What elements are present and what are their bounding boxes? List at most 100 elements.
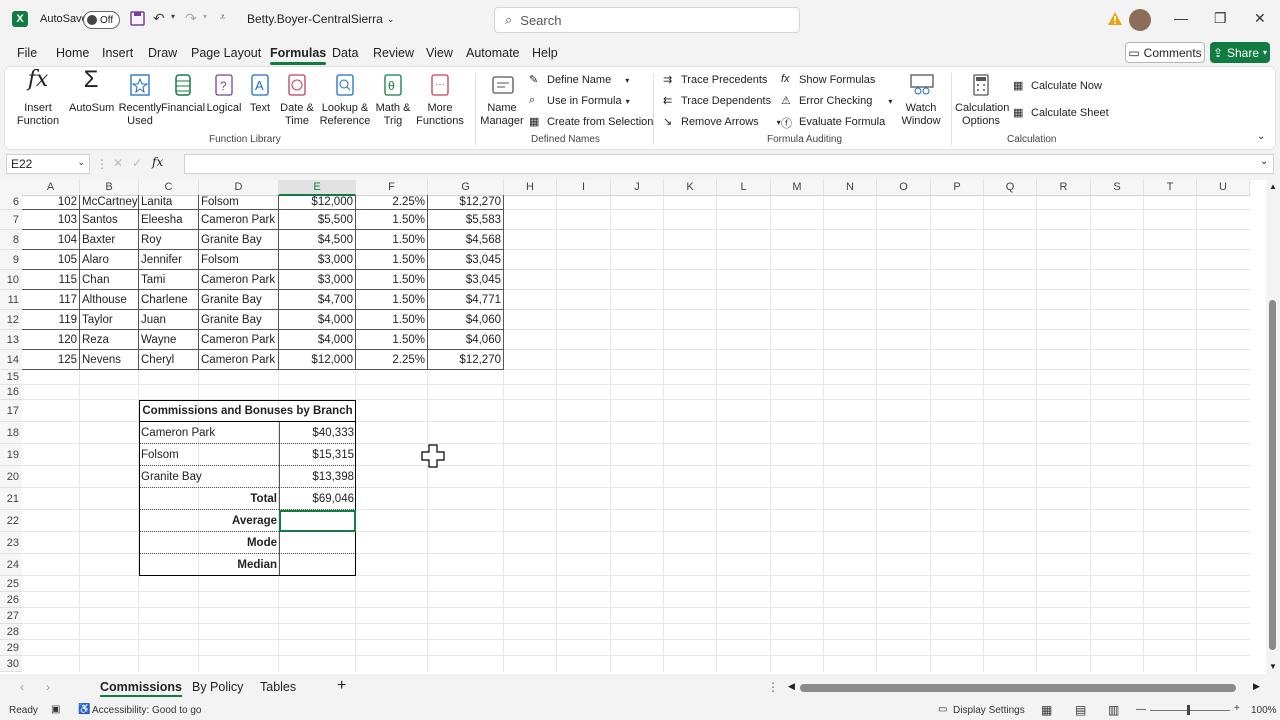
table-cell[interactable]: 103 [22, 210, 80, 230]
summary-value-median[interactable] [279, 554, 356, 576]
tab-review[interactable]: Review [373, 46, 414, 60]
column-header-q[interactable]: Q [984, 180, 1037, 196]
customize-qat-icon[interactable]: ⩡ [220, 12, 226, 23]
column-header-m[interactable]: M [771, 180, 824, 196]
row-header-7[interactable]: 7 [0, 210, 22, 230]
accessibility-status[interactable]: Accessibility: Good to go [92, 705, 202, 716]
column-header-c[interactable]: C [139, 180, 199, 196]
zoom-slider-thumb[interactable] [1187, 705, 1190, 715]
tab-formulas[interactable]: Formulas [270, 46, 327, 65]
column-header-l[interactable]: L [717, 180, 771, 196]
save-icon[interactable] [130, 11, 145, 26]
table-cell[interactable]: 1.50% [356, 230, 428, 250]
remove-arrows-button[interactable]: ↘ Remove Arrows ▾ [663, 115, 781, 129]
page-break-view-icon[interactable]: ▥ [1108, 703, 1119, 717]
display-settings-label[interactable]: Display Settings [953, 705, 1025, 716]
error-checking-button[interactable]: ⚠ Error Checking ▾ [781, 94, 892, 108]
row-header-27[interactable]: 27 [0, 608, 22, 624]
column-header-t[interactable]: T [1144, 180, 1197, 196]
define-name-button[interactable]: ✎ Define Name ▾ [529, 73, 629, 87]
row-header-6[interactable]: 6 [0, 195, 22, 210]
table-cell[interactable]: Santos [80, 210, 139, 230]
table-cell[interactable]: Lanita [139, 195, 199, 210]
tab-data[interactable]: Data [332, 46, 358, 60]
row-header-23[interactable]: 23 [0, 532, 22, 554]
vertical-scrollbar[interactable]: ▲ ▼ [1266, 180, 1280, 674]
tab-help[interactable]: Help [532, 46, 558, 60]
add-sheet-icon[interactable]: + [337, 677, 346, 695]
vertical-scroll-thumb[interactable] [1269, 300, 1276, 650]
table-cell[interactable]: $4,500 [279, 230, 356, 250]
branch-value[interactable]: $15,315 [279, 444, 356, 466]
undo-icon[interactable]: ↶ [153, 10, 165, 27]
table-cell[interactable]: Chan [80, 270, 139, 290]
zoom-slider[interactable] [1150, 710, 1230, 711]
table-cell[interactable]: Jennifer [139, 250, 199, 270]
table-cell[interactable]: 104 [22, 230, 80, 250]
formula-input[interactable] [184, 154, 1274, 174]
sheet-tab-commissions[interactable]: Commissions [100, 680, 182, 697]
tab-page-layout[interactable]: Page Layout [191, 46, 261, 60]
table-cell[interactable]: $12,270 [428, 350, 504, 370]
row-header-26[interactable]: 26 [0, 592, 22, 608]
row-header-25[interactable]: 25 [0, 576, 22, 592]
macro-record-icon[interactable]: ▣ [51, 704, 60, 715]
name-box[interactable]: E22 ⌄ [6, 154, 90, 174]
column-header-g[interactable]: G [428, 180, 504, 196]
select-all-corner[interactable] [0, 180, 22, 196]
accessibility-icon[interactable]: ♿ [78, 704, 90, 715]
collapse-ribbon-icon[interactable]: ⌄ [1257, 131, 1265, 142]
math-trig-button[interactable]: θ Math & Trig [371, 73, 415, 128]
enter-icon[interactable]: ✓ [132, 156, 142, 170]
zoom-in-icon[interactable]: + [1234, 703, 1240, 714]
table-cell[interactable]: $4,700 [279, 290, 356, 310]
table-cell[interactable]: McCartney [80, 195, 139, 210]
row-header-16[interactable]: 16 [0, 385, 22, 400]
use-in-formula-button[interactable]: ⌕ Use in Formula ▾ [529, 94, 630, 108]
table-cell[interactable]: 117 [22, 290, 80, 310]
branch-value[interactable]: $40,333 [279, 422, 356, 444]
scroll-left-icon[interactable]: ◀ [788, 681, 795, 692]
table-cell[interactable]: Tami [139, 270, 199, 290]
table-cell[interactable]: $12,000 [279, 350, 356, 370]
undo-dropdown-icon[interactable]: ▾ [171, 12, 175, 21]
branch-name[interactable]: Folsom [139, 444, 279, 466]
column-header-o[interactable]: O [877, 180, 931, 196]
row-header-28[interactable]: 28 [0, 624, 22, 640]
table-cell[interactable]: $4,568 [428, 230, 504, 250]
table-cell[interactable]: Eleesha [139, 210, 199, 230]
column-header-s[interactable]: S [1091, 180, 1144, 196]
table-cell[interactable]: $4,000 [279, 330, 356, 350]
column-header-d[interactable]: D [199, 180, 279, 196]
table-cell[interactable]: $12,270 [428, 195, 504, 210]
table-cell[interactable]: Taylor [80, 310, 139, 330]
evaluate-formula-button[interactable]: ⓕ Evaluate Formula [781, 115, 885, 130]
calculation-options-button[interactable]: Calculation Options [955, 73, 1009, 128]
table-cell[interactable]: Granite Bay [199, 230, 279, 250]
table-cell[interactable]: 125 [22, 350, 80, 370]
column-header-j[interactable]: J [611, 180, 664, 196]
name-manager-button[interactable]: Name Manager [479, 73, 525, 128]
zoom-out-icon[interactable]: — [1136, 704, 1146, 715]
tab-automate[interactable]: Automate [466, 46, 520, 60]
page-layout-view-icon[interactable]: ▤ [1075, 703, 1086, 717]
close-icon[interactable]: ✕ [1254, 10, 1266, 27]
table-cell[interactable]: $3,000 [279, 250, 356, 270]
row-header-13[interactable]: 13 [0, 330, 22, 350]
table-cell[interactable]: 1.50% [356, 310, 428, 330]
search-box[interactable]: ⌕ Search [494, 7, 800, 33]
table-cell[interactable]: 1.50% [356, 250, 428, 270]
column-header-b[interactable]: B [80, 180, 139, 196]
trace-precedents-button[interactable]: ⇉ Trace Precedents [663, 73, 767, 87]
table-cell[interactable]: $12,000 [279, 195, 356, 210]
selected-cell-e22[interactable] [279, 510, 356, 532]
table-cell[interactable]: Reza [80, 330, 139, 350]
more-functions-button[interactable]: ··· More Functions [415, 73, 465, 128]
row-header-19[interactable]: 19 [0, 444, 22, 466]
table-cell[interactable]: Folsom [199, 195, 279, 210]
row-header-9[interactable]: 9 [0, 250, 22, 270]
column-header-n[interactable]: N [824, 180, 877, 196]
tab-home[interactable]: Home [56, 46, 89, 60]
tab-splitter-icon[interactable]: ⋮ [767, 680, 779, 694]
table-cell[interactable]: Charlene [139, 290, 199, 310]
